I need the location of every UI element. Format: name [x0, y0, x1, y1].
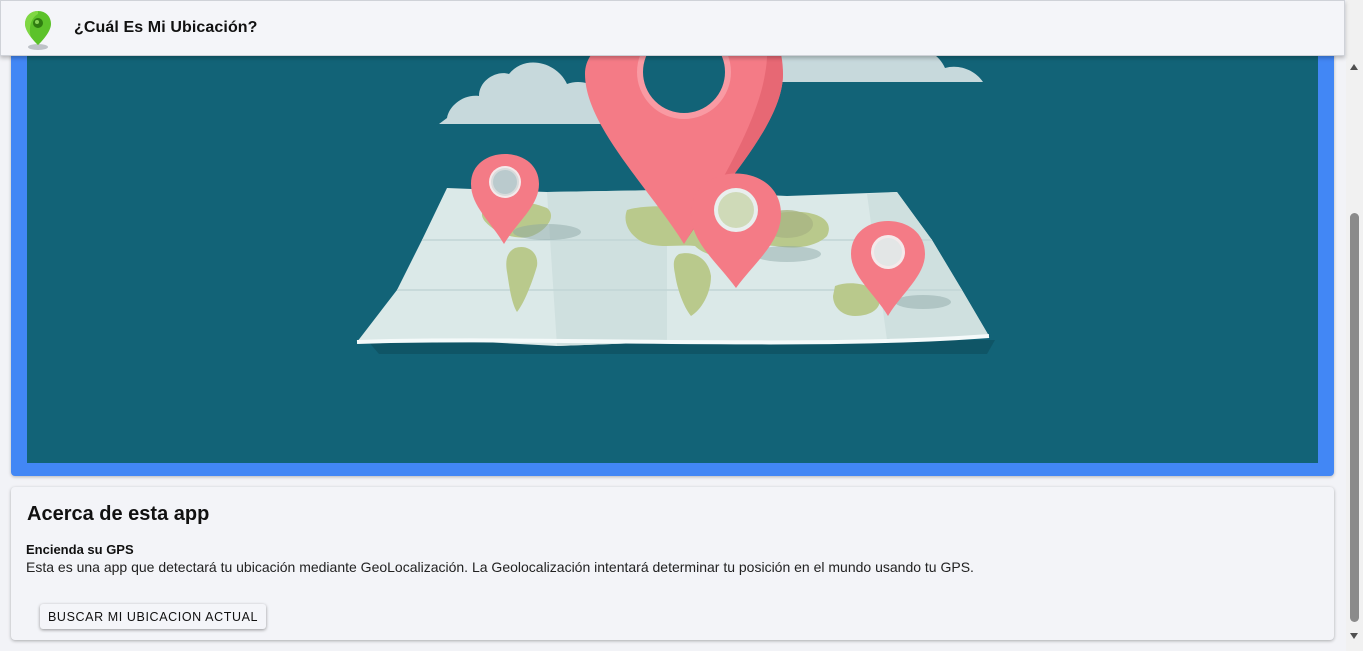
app-page: ¿Cuál Es Mi Ubicación? Acerca de esta ap… — [0, 0, 1363, 651]
app-title: ¿Cuál Es Mi Ubicación? — [74, 19, 258, 36]
about-description: Esta es una app que detectará tu ubicaci… — [26, 559, 974, 575]
map-pin-logo-icon — [25, 11, 51, 50]
about-card: Acerca de esta app Encienda su GPS Esta … — [11, 487, 1334, 640]
about-subtitle: Encienda su GPS — [26, 542, 134, 557]
vertical-scrollbar[interactable] — [1346, 0, 1363, 651]
scroll-down-arrow-icon[interactable] — [1350, 633, 1358, 639]
find-location-button[interactable]: BUSCAR MI UBICACION ACTUAL — [40, 604, 267, 629]
scroll-up-arrow-icon[interactable] — [1350, 64, 1358, 70]
about-heading: Acerca de esta app — [27, 503, 210, 525]
world-map-with-pins-illustration — [356, 40, 995, 354]
hero-image-card — [11, 40, 1334, 476]
top-app-bar: ¿Cuál Es Mi Ubicación? — [0, 0, 1345, 56]
scrollbar-thumb[interactable] — [1350, 213, 1359, 622]
hero-image — [27, 40, 1318, 463]
